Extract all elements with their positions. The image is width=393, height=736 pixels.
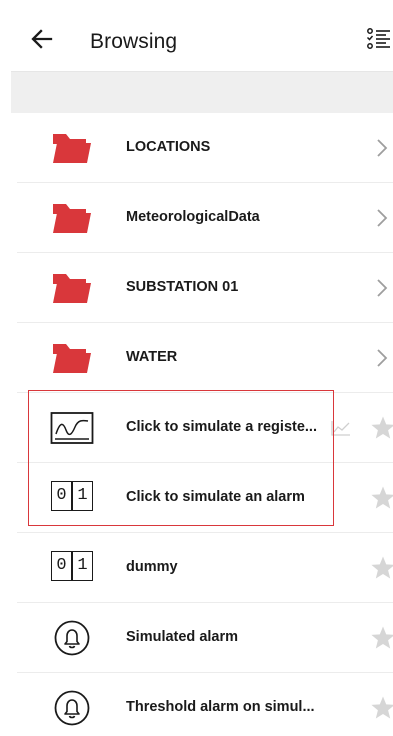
binary-icon: 0 1 — [50, 550, 94, 586]
star-icon[interactable] — [370, 695, 393, 721]
digit-zero: 0 — [51, 551, 72, 581]
star-icon[interactable] — [370, 415, 393, 441]
star-icon[interactable] — [370, 555, 393, 581]
digit-one: 1 — [72, 481, 93, 511]
folder-icon — [53, 134, 91, 163]
list-item-simulated-alarm[interactable]: Simulated alarm — [17, 603, 393, 673]
back-button[interactable] — [29, 26, 55, 52]
digit-one: 1 — [72, 551, 93, 581]
list-item-simulate-alarm[interactable]: 0 1 Click to simulate an alarm — [17, 463, 393, 533]
folder-icon — [53, 204, 91, 233]
list-item-simulate-register[interactable]: Click to simulate a registe... — [17, 393, 393, 463]
folder-icon — [53, 344, 91, 373]
list-item-water[interactable]: WATER — [17, 323, 393, 393]
arrow-left-icon — [31, 29, 53, 49]
line-graph-icon[interactable] — [331, 420, 351, 436]
list-item-label: WATER — [126, 349, 178, 365]
left-edge — [0, 0, 11, 736]
list-item-threshold-alarm[interactable]: Threshold alarm on simul... — [17, 673, 393, 736]
trend-chart-icon — [50, 412, 94, 444]
checklist-icon — [366, 28, 390, 49]
list-item-label: dummy — [126, 559, 178, 575]
list-item-meteorologicaldata[interactable]: MeteorologicalData — [17, 183, 393, 253]
section-spacer — [11, 72, 393, 113]
list-item-label: MeteorologicalData — [126, 209, 260, 225]
list-item-label: LOCATIONS — [126, 139, 211, 155]
chevron-right-icon — [377, 279, 388, 297]
list-item-label: Threshold alarm on simul... — [126, 699, 315, 715]
list-item-locations[interactable]: LOCATIONS — [17, 113, 393, 183]
page-title: Browsing — [90, 30, 178, 53]
list-item-substation-01[interactable]: SUBSTATION 01 — [17, 253, 393, 323]
list-item-label: Simulated alarm — [126, 629, 239, 645]
bell-icon — [54, 620, 90, 656]
chevron-right-icon — [377, 139, 388, 157]
binary-icon: 0 1 — [50, 480, 94, 516]
chevron-right-icon — [377, 349, 388, 367]
star-icon[interactable] — [370, 485, 393, 511]
screen: Browsing LOCATIONS MeteorologicalData SU… — [0, 0, 393, 736]
star-icon[interactable] — [370, 625, 393, 651]
folder-icon — [53, 274, 91, 303]
list-item-label: Click to simulate an alarm — [126, 489, 305, 505]
chevron-right-icon — [377, 209, 388, 227]
list-item-label: Click to simulate a registe... — [126, 419, 317, 435]
list-item-dummy[interactable]: 0 1 dummy — [17, 533, 393, 603]
app-bar: Browsing — [11, 0, 393, 72]
digit-zero: 0 — [51, 481, 72, 511]
list-item-label: SUBSTATION 01 — [126, 279, 239, 295]
filter-list-button[interactable] — [364, 26, 392, 52]
bell-icon — [54, 690, 90, 726]
browse-list: LOCATIONS MeteorologicalData SUBSTATION … — [17, 113, 393, 736]
